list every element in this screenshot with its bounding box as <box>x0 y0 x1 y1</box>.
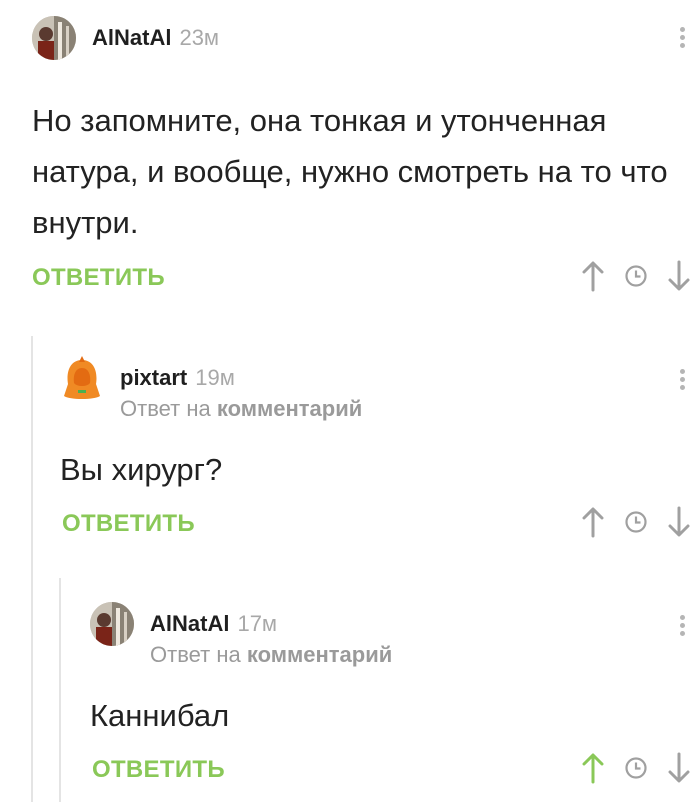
reply-to-link[interactable]: комментарий <box>247 642 392 667</box>
comment-3: AlNatAl 17м Ответ на комментарий Канниба… <box>0 570 700 802</box>
arrow-up-icon[interactable] <box>580 260 606 292</box>
more-vertical-icon[interactable] <box>672 612 692 644</box>
comment-time: 17м <box>237 611 278 636</box>
reply-to-prefix: Ответ на <box>120 396 211 421</box>
comment-text: Вы хирург? <box>60 452 223 487</box>
reply-button[interactable]: ОТВЕТИТЬ <box>32 264 165 292</box>
clock-icon[interactable] <box>624 510 648 534</box>
comment-time: 23м <box>179 25 220 50</box>
reply-to-label: Ответ на комментарий <box>150 642 392 668</box>
comment-header: AlNatAl 17м <box>90 602 277 646</box>
comment-header: pixtart 19м <box>60 356 235 400</box>
author-name[interactable]: pixtart <box>120 365 187 391</box>
more-vertical-icon[interactable] <box>672 24 692 56</box>
reply-button[interactable]: ОТВЕТИТЬ <box>62 510 195 538</box>
reply-button[interactable]: ОТВЕТИТЬ <box>92 756 225 784</box>
orange-hoodie-avatar[interactable] <box>60 356 104 400</box>
reply-to-prefix: Ответ на <box>150 642 241 667</box>
more-vertical-icon[interactable] <box>672 366 692 398</box>
comment-2: pixtart 19м Ответ на комментарий Вы хиру… <box>0 330 700 570</box>
vote-controls <box>580 752 692 784</box>
user-photo-avatar[interactable] <box>90 602 134 646</box>
comment-text: Но запомните, она тонкая и утонченная на… <box>32 103 668 240</box>
comment-text: Каннибал <box>90 698 230 733</box>
arrow-down-icon[interactable] <box>666 506 692 538</box>
arrow-up-icon[interactable] <box>580 506 606 538</box>
vote-controls <box>580 260 692 292</box>
clock-icon[interactable] <box>624 264 648 288</box>
comment-time: 19м <box>195 365 235 390</box>
arrow-down-icon[interactable] <box>666 260 692 292</box>
comment-1: AlNatAl 23м Но запомните, она тонкая и у… <box>0 0 700 330</box>
vote-controls <box>580 506 692 538</box>
author-name[interactable]: AlNatAl <box>150 611 229 637</box>
comment-header: AlNatAl 23м <box>32 16 219 60</box>
arrow-down-icon[interactable] <box>666 752 692 784</box>
reply-to-link[interactable]: комментарий <box>217 396 362 421</box>
arrow-up-icon[interactable] <box>580 752 606 784</box>
author-name[interactable]: AlNatAl <box>92 25 171 51</box>
user-photo-avatar[interactable] <box>32 16 76 60</box>
reply-to-label: Ответ на комментарий <box>120 396 362 422</box>
clock-icon[interactable] <box>624 756 648 780</box>
